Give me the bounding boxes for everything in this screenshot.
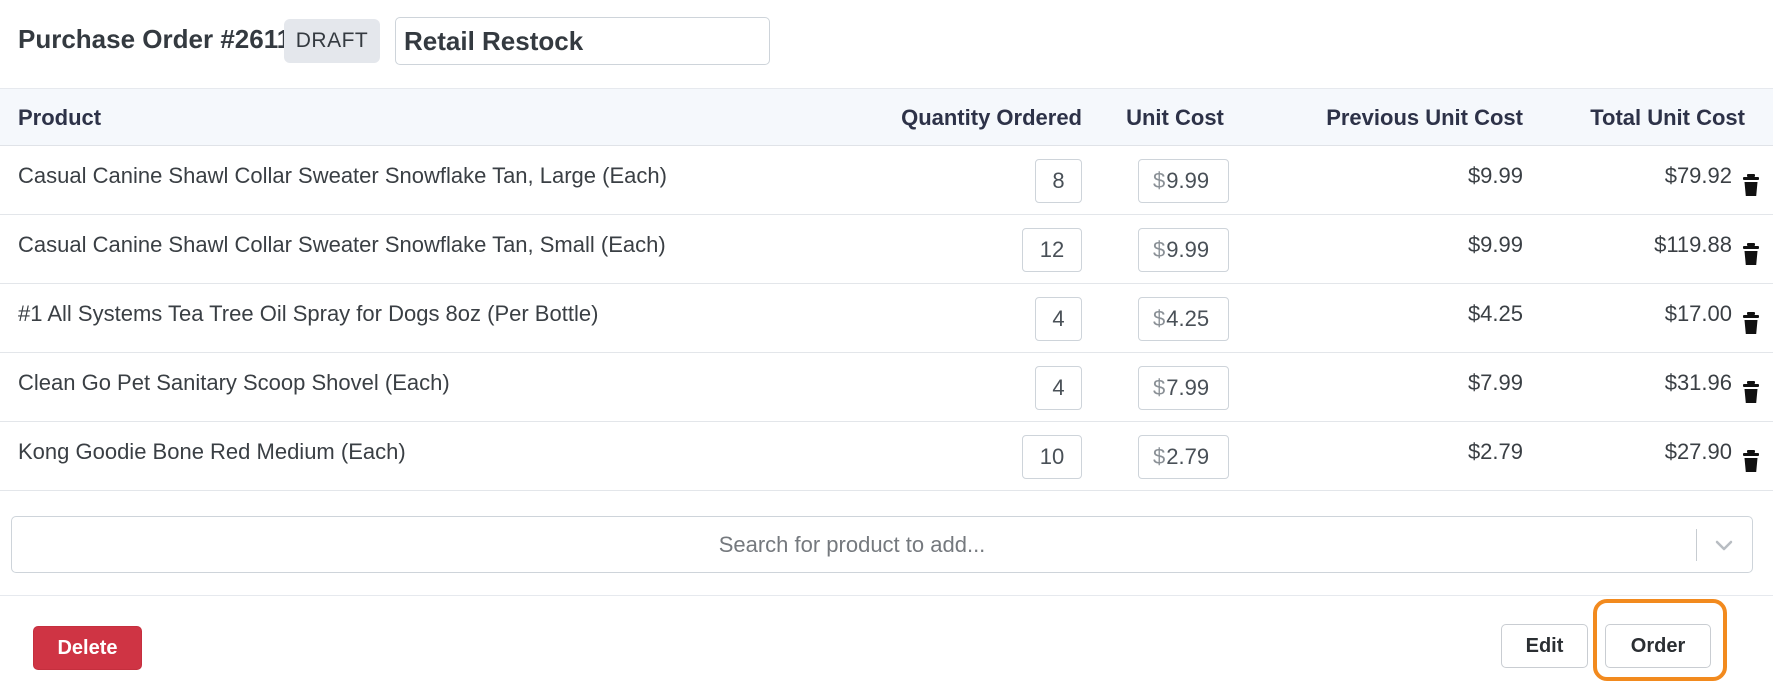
currency-prefix: $ bbox=[1153, 237, 1166, 262]
unit-cost-value: 9.99 bbox=[1166, 237, 1210, 262]
total-unit-cost: $31.96 bbox=[1664, 370, 1732, 395]
quantity-input[interactable]: 8 bbox=[1035, 159, 1082, 203]
total-unit-cost: $17.00 bbox=[1664, 301, 1732, 326]
unit-cost-value: 2.79 bbox=[1166, 444, 1210, 469]
unit-cost-value: 7.99 bbox=[1166, 375, 1210, 400]
unit-cost-value: 4.25 bbox=[1166, 306, 1210, 331]
unit-cost-input[interactable]: $9.99 bbox=[1138, 159, 1229, 203]
page-title: Purchase Order #2611 bbox=[18, 24, 292, 54]
column-header-product: Product bbox=[18, 105, 102, 130]
currency-prefix: $ bbox=[1153, 444, 1166, 469]
quantity-input[interactable]: 4 bbox=[1035, 297, 1082, 341]
product-name: Casual Canine Shawl Collar Sweater Snowf… bbox=[18, 163, 667, 188]
trash-icon[interactable] bbox=[1743, 174, 1759, 196]
product-name: Clean Go Pet Sanitary Scoop Shovel (Each… bbox=[18, 370, 450, 395]
total-unit-cost: $27.90 bbox=[1664, 439, 1732, 464]
previous-unit-cost: $2.79 bbox=[1467, 439, 1523, 464]
trash-icon[interactable] bbox=[1743, 381, 1759, 403]
table-row: Clean Go Pet Sanitary Scoop Shovel (Each… bbox=[0, 353, 1773, 422]
column-header-quantity: Quantity Ordered bbox=[901, 105, 1082, 130]
trash-icon[interactable] bbox=[1743, 312, 1759, 334]
chevron-down-icon[interactable] bbox=[1713, 534, 1735, 556]
unit-cost-value: 9.99 bbox=[1166, 168, 1210, 193]
trash-icon[interactable] bbox=[1743, 450, 1759, 472]
column-header-total-unit-cost: Total Unit Cost bbox=[1590, 105, 1745, 130]
table-row: Casual Canine Shawl Collar Sweater Snowf… bbox=[0, 146, 1773, 215]
status-badge: DRAFT bbox=[284, 19, 380, 63]
quantity-input[interactable]: 12 bbox=[1022, 228, 1082, 272]
product-name: #1 All Systems Tea Tree Oil Spray for Do… bbox=[18, 301, 599, 326]
previous-unit-cost: $7.99 bbox=[1467, 370, 1523, 395]
search-input[interactable] bbox=[12, 517, 1692, 572]
table-header: Product Quantity Ordered Unit Cost Previ… bbox=[0, 88, 1773, 146]
quantity-input[interactable]: 4 bbox=[1035, 366, 1082, 410]
footer-divider bbox=[0, 595, 1773, 596]
table-row: Casual Canine Shawl Collar Sweater Snowf… bbox=[0, 215, 1773, 284]
column-header-unit-cost: Unit Cost bbox=[1126, 105, 1224, 130]
currency-prefix: $ bbox=[1153, 375, 1166, 400]
delete-button[interactable]: Delete bbox=[33, 626, 142, 670]
product-search-select[interactable] bbox=[11, 516, 1753, 573]
order-button[interactable]: Order bbox=[1605, 624, 1711, 668]
order-name-input[interactable] bbox=[395, 17, 770, 65]
total-unit-cost: $119.88 bbox=[1654, 232, 1732, 257]
unit-cost-input[interactable]: $7.99 bbox=[1138, 366, 1229, 410]
previous-unit-cost: $9.99 bbox=[1467, 163, 1523, 188]
po-header: Purchase Order #2611 DRAFT bbox=[0, 0, 1773, 88]
edit-button[interactable]: Edit bbox=[1501, 624, 1588, 668]
trash-icon[interactable] bbox=[1743, 243, 1759, 265]
product-name: Casual Canine Shawl Collar Sweater Snowf… bbox=[18, 232, 666, 257]
unit-cost-input[interactable]: $9.99 bbox=[1138, 228, 1229, 272]
unit-cost-input[interactable]: $4.25 bbox=[1138, 297, 1229, 341]
unit-cost-input[interactable]: $2.79 bbox=[1138, 435, 1229, 479]
previous-unit-cost: $4.25 bbox=[1467, 301, 1523, 326]
select-separator bbox=[1696, 529, 1697, 561]
product-name: Kong Goodie Bone Red Medium (Each) bbox=[18, 439, 406, 464]
currency-prefix: $ bbox=[1153, 168, 1166, 193]
table-row: #1 All Systems Tea Tree Oil Spray for Do… bbox=[0, 284, 1773, 353]
previous-unit-cost: $9.99 bbox=[1467, 232, 1523, 257]
quantity-input[interactable]: 10 bbox=[1022, 435, 1082, 479]
currency-prefix: $ bbox=[1153, 306, 1166, 331]
column-header-previous-unit-cost: Previous Unit Cost bbox=[1326, 105, 1523, 130]
total-unit-cost: $79.92 bbox=[1664, 163, 1732, 188]
purchase-order-page: Purchase Order #2611 DRAFT Product Quant… bbox=[0, 0, 1773, 684]
table-row: Kong Goodie Bone Red Medium (Each) 10 $2… bbox=[0, 422, 1773, 491]
